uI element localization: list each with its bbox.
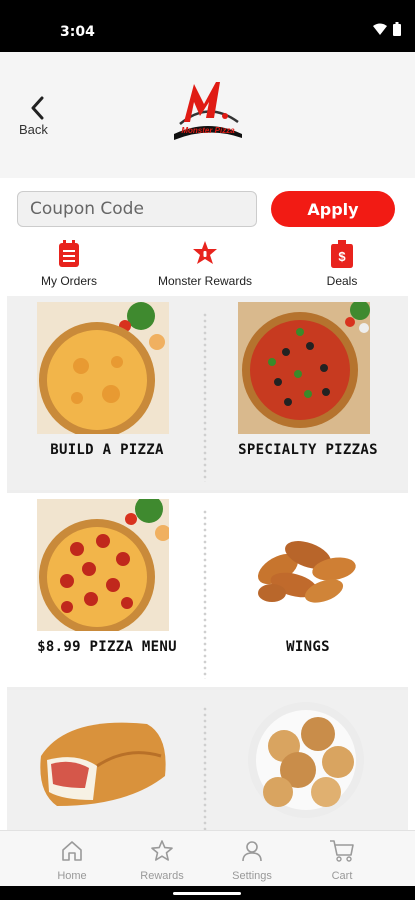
- nav-home-label: Home: [57, 870, 87, 882]
- menu-item-garlic-knots[interactable]: [208, 690, 408, 830]
- coupon-code-input[interactable]: [17, 191, 257, 227]
- svg-text:$: $: [338, 249, 346, 264]
- menu-item-title: $8.99 PIZZA MENU: [37, 639, 177, 655]
- nav-settings[interactable]: Settings: [212, 837, 292, 885]
- cart-icon: [330, 840, 354, 862]
- status-bar: 3:04: [0, 0, 415, 52]
- chevron-left-icon: [31, 96, 44, 120]
- specialty-pizza-image: [238, 302, 370, 434]
- monster-pizza-logo[interactable]: Monster Pizza: [170, 78, 246, 144]
- cheese-pizza-image: [37, 302, 169, 434]
- menu-grid: BUILD A PIZZA SPECIALTY PIZZAS $8.99 PIZ…: [7, 296, 408, 830]
- rewards-badge-icon: [193, 241, 217, 264]
- wifi-icon: [373, 23, 387, 35]
- status-time: 3:04: [60, 24, 95, 40]
- svg-text:Monster Pizza: Monster Pizza: [181, 126, 235, 135]
- nav-cart-label: Cart: [331, 870, 353, 882]
- back-label: Back: [19, 122, 48, 137]
- deals-link[interactable]: $ Deals: [287, 240, 397, 290]
- menu-item-wings[interactable]: WINGS: [208, 493, 408, 687]
- my-orders-label: My Orders: [40, 274, 97, 288]
- nav-cart[interactable]: Cart: [302, 837, 382, 885]
- menu-row: BUILD A PIZZA SPECIALTY PIZZAS: [7, 296, 408, 490]
- menu-row: [7, 690, 408, 830]
- dotted-divider: [203, 706, 207, 830]
- bottom-nav: Home Rewards Settings Cart: [0, 830, 415, 886]
- battery-icon: [393, 22, 401, 36]
- garlic-knots-image: [248, 702, 364, 818]
- home-indicator[interactable]: [173, 892, 241, 895]
- star-icon: [151, 840, 173, 861]
- deals-label: Deals: [326, 274, 358, 288]
- gesture-bar: [0, 886, 415, 900]
- menu-item-calzone[interactable]: [7, 690, 207, 830]
- menu-item-specialty-pizzas[interactable]: SPECIALTY PIZZAS: [208, 296, 408, 490]
- nav-settings-label: Settings: [232, 870, 272, 882]
- status-icons: [373, 22, 401, 36]
- apply-button[interactable]: Apply: [271, 191, 395, 227]
- dotted-divider: [203, 509, 207, 679]
- my-orders-link[interactable]: My Orders: [14, 240, 124, 290]
- user-icon: [242, 841, 262, 862]
- nav-rewards[interactable]: Rewards: [122, 837, 202, 885]
- nav-home[interactable]: Home: [32, 837, 112, 885]
- menu-row: $8.99 PIZZA MENU WINGS: [7, 493, 408, 687]
- menu-item-title: BUILD A PIZZA: [50, 442, 164, 458]
- menu-item-title: WINGS: [286, 639, 330, 655]
- monster-rewards-link[interactable]: Monster Rewards: [150, 240, 260, 290]
- pepperoni-pizza-image: [37, 499, 169, 631]
- back-button[interactable]: Back: [18, 96, 58, 142]
- deals-tag-icon: $: [331, 240, 353, 268]
- menu-item-build-a-pizza[interactable]: BUILD A PIZZA: [7, 296, 207, 490]
- chicken-wings-image: [258, 541, 356, 603]
- calzone-image: [40, 722, 166, 806]
- orders-icon: [59, 240, 79, 267]
- menu-item-pizza-menu-899[interactable]: $8.99 PIZZA MENU: [7, 493, 207, 687]
- menu-item-title: SPECIALTY PIZZAS: [238, 442, 378, 458]
- home-icon: [62, 841, 82, 861]
- dotted-divider: [203, 312, 207, 482]
- nav-rewards-label: Rewards: [140, 870, 184, 882]
- monster-rewards-label: Monster Rewards: [157, 274, 253, 288]
